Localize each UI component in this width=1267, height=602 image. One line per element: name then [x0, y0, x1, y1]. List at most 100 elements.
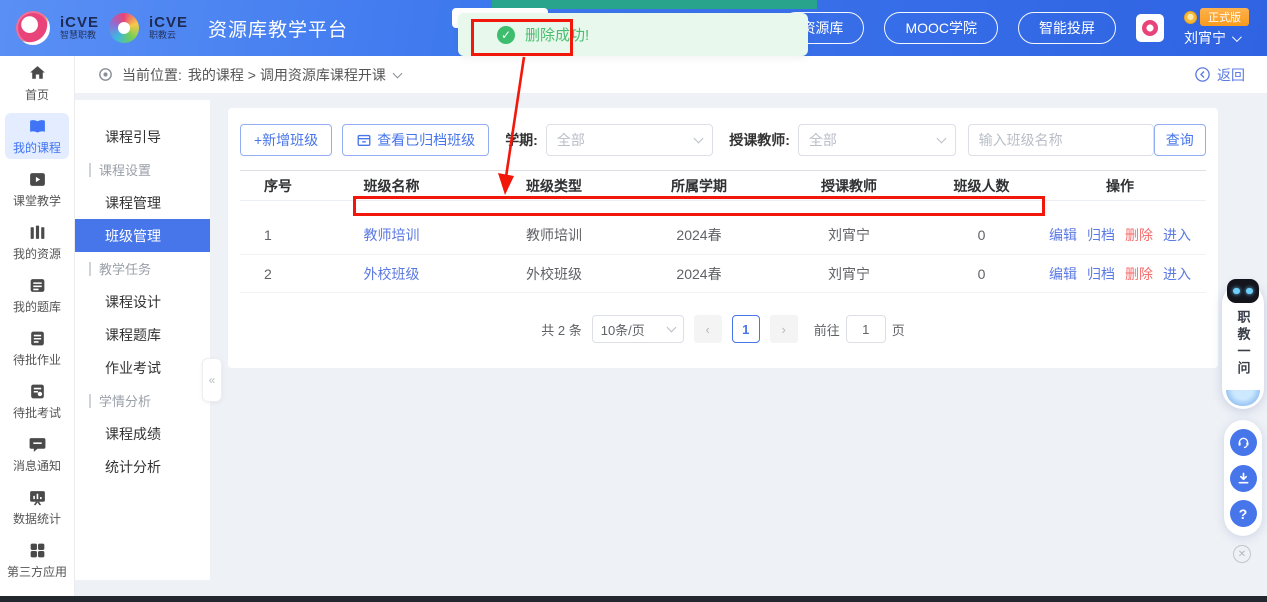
- close-floating-button[interactable]: ✕: [1233, 545, 1251, 563]
- cell-teacher: 刘宵宁: [769, 217, 929, 255]
- icve-zhihuizhijiao-logo-icon: [16, 11, 50, 45]
- cell-class-type: 外校班级: [479, 255, 629, 293]
- class-name-input[interactable]: [968, 124, 1154, 156]
- app-switcher-icon[interactable]: [1136, 14, 1164, 42]
- sidebar-item-third-party-apps[interactable]: 第三方应用: [5, 537, 69, 583]
- stats-icon: [28, 488, 47, 507]
- sidebar-item-notifications[interactable]: 消息通知: [5, 431, 69, 477]
- question-bank-icon: [28, 276, 47, 295]
- cell-semester: 2024春: [629, 255, 769, 293]
- menu-item-class-management[interactable]: 班级管理: [75, 219, 210, 252]
- chevron-down-icon: [1232, 32, 1242, 42]
- logo-secondary-sub: 职教云: [149, 31, 188, 40]
- archive-link[interactable]: 归档: [1087, 264, 1115, 284]
- user-menu[interactable]: 刘宵宁: [1184, 28, 1239, 48]
- version-badge: 正式版: [1200, 8, 1249, 26]
- goto-page-input[interactable]: [846, 315, 886, 343]
- apps-icon: [28, 541, 47, 560]
- menu-item-homework-exam[interactable]: 作业考试: [75, 351, 210, 384]
- header-index: 序号: [240, 171, 304, 201]
- chevron-down-icon: [666, 323, 676, 333]
- help-button[interactable]: ?: [1230, 500, 1257, 527]
- sidebar-item-classroom-teaching[interactable]: 课堂教学: [5, 166, 69, 212]
- menu-item-course-management[interactable]: 课程管理: [75, 186, 210, 219]
- sidebar-item-pending-homework[interactable]: 待批作业: [5, 325, 69, 371]
- toolbar: +新增班级 查看已归档班级 学期: 全部 授课教师: 全部 查询: [240, 124, 1206, 156]
- enter-link[interactable]: 进入: [1163, 225, 1191, 245]
- support-button[interactable]: [1230, 429, 1257, 456]
- water-decoration: [1226, 390, 1260, 406]
- annotation-arrow: [490, 55, 540, 200]
- header-right: 资源库 MOOC学院 智能投屏 正式版 刘宵宁: [780, 8, 1249, 48]
- menu-item-statistical-analysis[interactable]: 统计分析: [75, 450, 210, 483]
- icon-sidebar: 首页 我的课程 课堂教学 我的资源 我的题库 待批作业 待批考试 消息通知: [0, 56, 75, 597]
- chevron-down-icon[interactable]: [392, 68, 402, 78]
- cell-student-count: 0: [929, 217, 1034, 255]
- edit-link[interactable]: 编辑: [1049, 264, 1077, 284]
- cell-student-count: 0: [929, 255, 1034, 293]
- next-page-button[interactable]: ›: [770, 315, 798, 343]
- cell-index: 2: [240, 255, 304, 293]
- exam-icon: [28, 382, 47, 401]
- menu-item-course-design[interactable]: 课程设计: [75, 285, 210, 318]
- assistant-widget[interactable]: 职教一问: [1222, 283, 1264, 409]
- delete-link[interactable]: 删除: [1125, 264, 1153, 284]
- logo-primary-sub: 智慧职教: [60, 31, 99, 40]
- app-title: 资源库教学平台: [208, 15, 348, 42]
- pagination: 共 2 条 10条/页 ‹ 1 › 前往 页: [240, 315, 1206, 343]
- archive-link[interactable]: 归档: [1087, 225, 1115, 245]
- book-icon: [28, 117, 47, 136]
- location-pin-icon: [97, 66, 114, 83]
- archive-box-icon: [356, 132, 372, 148]
- logo-area: iCVE 智慧职教 iCVE 职教云 资源库教学平台: [16, 11, 348, 45]
- delete-link[interactable]: 删除: [1125, 225, 1153, 245]
- teacher-label: 授课教师:: [729, 130, 790, 150]
- sidebar-item-my-question-bank[interactable]: 我的题库: [5, 272, 69, 318]
- page-number-button[interactable]: 1: [732, 315, 760, 343]
- sidebar-collapse-handle[interactable]: «: [202, 358, 222, 402]
- sidebar-item-my-resources[interactable]: 我的资源: [5, 219, 69, 265]
- headset-icon: [1236, 435, 1251, 450]
- assistant-label: 职教一问: [1234, 310, 1253, 378]
- menu-item-course-guide[interactable]: 课程引导: [75, 120, 210, 153]
- download-button[interactable]: [1230, 465, 1257, 492]
- view-archived-classes-button[interactable]: 查看已归档班级: [342, 124, 489, 156]
- edit-link[interactable]: 编辑: [1049, 225, 1077, 245]
- class-name-link[interactable]: 教师培训: [364, 227, 420, 243]
- enter-link[interactable]: 进入: [1163, 264, 1191, 284]
- page-size-select[interactable]: 10条/页: [592, 315, 684, 343]
- breadcrumb-path[interactable]: 我的课程 > 调用资源库课程开课: [188, 65, 386, 85]
- menu-item-course-question-bank[interactable]: 课程题库: [75, 318, 210, 351]
- class-table: 序号 班级名称 班级类型 所属学期 授课教师 班级人数 操作 1 教师培训 教师…: [240, 170, 1206, 293]
- back-button[interactable]: 返回: [1194, 65, 1245, 85]
- chevron-down-icon: [694, 134, 704, 144]
- user-block: 正式版 刘宵宁: [1184, 8, 1249, 48]
- add-class-button[interactable]: +新增班级: [240, 124, 332, 156]
- content-card: +新增班级 查看已归档班级 学期: 全部 授课教师: 全部 查询 序号: [228, 108, 1218, 368]
- download-icon: [1236, 471, 1251, 486]
- sidebar-item-my-courses[interactable]: 我的课程: [5, 113, 69, 159]
- annotation-box-toast: [471, 19, 573, 56]
- menu-sidebar: 课程引导 课程设置 课程管理 班级管理 教学任务 课程设计 课程题库 作业考试 …: [75, 100, 210, 580]
- cell-index: 1: [240, 217, 304, 255]
- sidebar-item-home[interactable]: 首页: [5, 60, 69, 106]
- query-button[interactable]: 查询: [1154, 124, 1206, 156]
- menu-section-teaching-tasks: 教学任务: [75, 252, 210, 285]
- class-name-link[interactable]: 外校班级: [364, 266, 420, 282]
- logo-primary-brand: iCVE: [60, 15, 99, 31]
- homework-icon: [28, 329, 47, 348]
- sidebar-item-pending-exams[interactable]: 待批考试: [5, 378, 69, 424]
- table-row: 2 外校班级 外校班级 2024春 刘宵宁 0 编辑 归档 删除 进入: [240, 255, 1206, 293]
- cell-class-type: 教师培训: [479, 217, 629, 255]
- floating-tools: ?: [1224, 420, 1262, 536]
- nav-smart-cast-button[interactable]: 智能投屏: [1018, 12, 1116, 44]
- menu-item-course-grades[interactable]: 课程成绩: [75, 417, 210, 450]
- message-icon: [28, 435, 47, 454]
- nav-mooc-button[interactable]: MOOC学院: [884, 12, 998, 44]
- goto-suffix: 页: [892, 320, 905, 339]
- sidebar-item-data-statistics[interactable]: 数据统计: [5, 484, 69, 530]
- breadcrumb-label: 当前位置:: [122, 65, 182, 85]
- semester-select[interactable]: 全部: [546, 124, 713, 156]
- prev-page-button[interactable]: ‹: [694, 315, 722, 343]
- teacher-select[interactable]: 全部: [798, 124, 956, 156]
